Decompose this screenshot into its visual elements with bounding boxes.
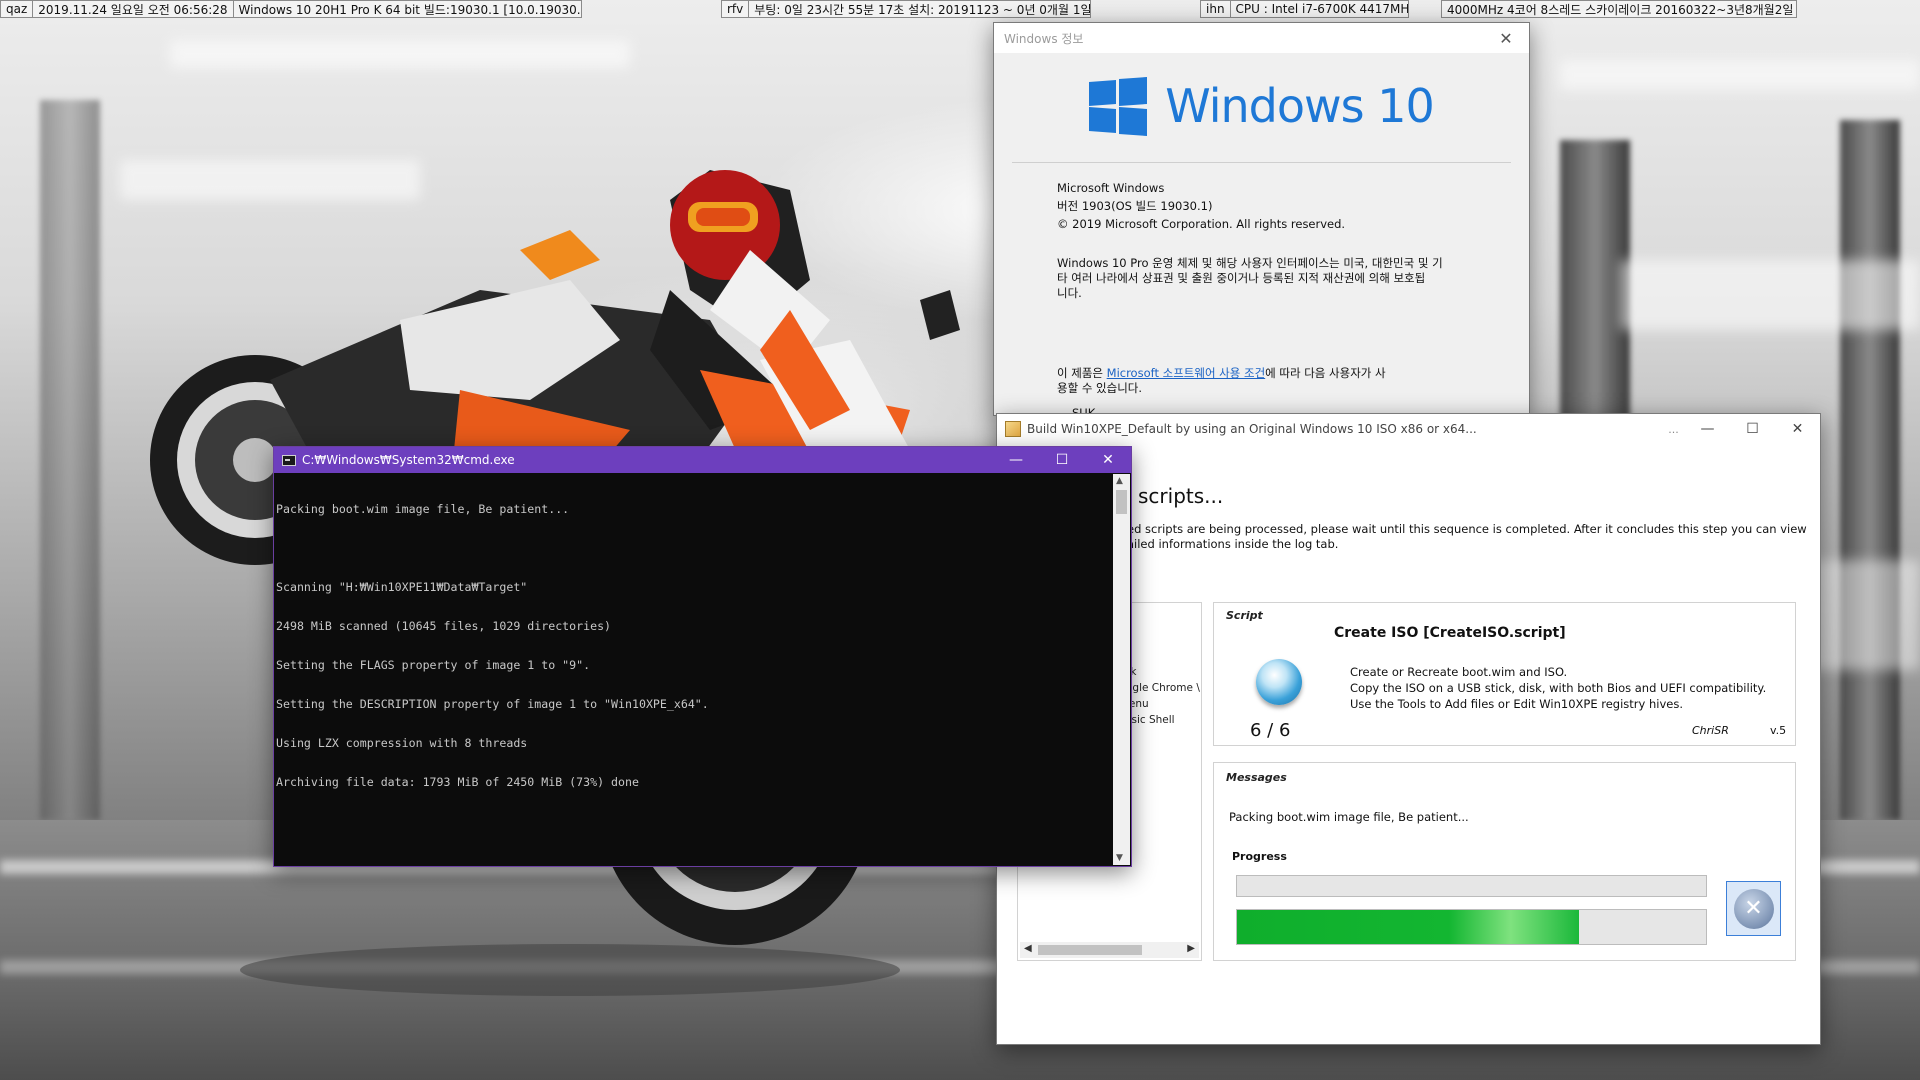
winver-version: 버전 1903(OS 빌드 19030.1) xyxy=(1057,199,1213,213)
info-bar-uptime-text: 부팅: 0일 23시간 55분 17초 설치: 20191123 ~ 0년 0개… xyxy=(748,1,1090,17)
info-bar-label: qaz xyxy=(6,2,28,16)
winver-window: Windows 정보 ✕ Windows 10 Microsoft Window… xyxy=(993,22,1530,420)
scroll-thumb[interactable] xyxy=(1116,490,1127,514)
script-description: Copy the ISO on a USB stick, disk, with … xyxy=(1350,681,1767,695)
cmd-window: C:₩Windows₩System32₩cmd.exe — ☐ ✕ Packin… xyxy=(273,446,1132,867)
script-author: ChriSR xyxy=(1692,724,1729,737)
cmd-line: Setting the DESCRIPTION property of imag… xyxy=(276,697,709,711)
progress-bar-fill xyxy=(1237,910,1580,944)
script-description: Create or Recreate boot.wim and ISO. xyxy=(1350,665,1568,679)
scroll-thumb[interactable] xyxy=(1038,945,1142,955)
scroll-down-icon[interactable]: ▼ xyxy=(1116,853,1123,863)
cancel-button[interactable]: ✕ xyxy=(1726,881,1781,936)
tree-item[interactable]: ogle Chrome \ xyxy=(1126,682,1200,694)
info-bar-system: qaz 2019.11.24 일요일 오전 06:56:28 Windows 1… xyxy=(0,0,582,18)
info-bar-os-version: Windows 10 20H1 Pro K 64 bit 빌드:19030.1 … xyxy=(232,1,581,17)
info-bar-cpu: ihn CPU : Intel i7-6700K 4417MHz xyxy=(1200,0,1409,18)
cmd-line: Archiving file data: 1793 MiB of 2450 Mi… xyxy=(276,775,639,789)
winver-trademark-line: 타 여러 나라에서 상표권 및 출원 중이거나 등록된 지적 재산권에 의해 보… xyxy=(1057,271,1426,285)
script-version: v.5 xyxy=(1770,724,1787,737)
build-description: ailed informations inside the log tab. xyxy=(1127,537,1339,551)
info-bar-label: rfv xyxy=(727,2,744,16)
license-suffix: 에 따라 다음 사용자가 사 xyxy=(1265,366,1386,380)
messages-caption: Messages xyxy=(1226,771,1287,784)
message-text: Packing boot.wim image file, Be patient.… xyxy=(1229,810,1469,824)
maximize-button[interactable]: ☐ xyxy=(1730,414,1775,444)
script-info-panel: Script Create ISO [CreateISO.script] Cre… xyxy=(1213,602,1796,746)
scroll-right-icon[interactable]: ▶ xyxy=(1187,943,1195,954)
info-bar-cpu-detail: 4000MHz 4코어 8스레드 스카이레이크 20160322~3년8개월2일 xyxy=(1441,0,1797,18)
minimize-button[interactable]: — xyxy=(1685,414,1730,444)
info-bar-uptime: rfv 부팅: 0일 23시간 55분 17초 설치: 20191123 ~ 0… xyxy=(721,0,1091,18)
wallpaper-pillar xyxy=(40,100,100,820)
winver-titlebar[interactable]: Windows 정보 ✕ xyxy=(994,23,1529,53)
windows-flag-icon xyxy=(1089,76,1148,136)
cmd-line: 2498 MiB scanned (10645 files, 1029 dire… xyxy=(276,619,612,633)
build-heading: scripts... xyxy=(1138,484,1224,508)
info-bar-label: ihn xyxy=(1206,2,1225,16)
minimize-button[interactable]: — xyxy=(993,447,1039,473)
script-caption: Script xyxy=(1226,609,1263,622)
cmd-vertical-scrollbar[interactable]: ▲ ▼ xyxy=(1113,474,1130,865)
winver-product: Microsoft Windows xyxy=(1057,181,1165,195)
script-description: Use the Tools to Add files or Edit Win10… xyxy=(1350,697,1683,711)
license-terms-link[interactable]: Microsoft 소프트웨어 사용 조건 xyxy=(1107,366,1266,380)
tree-horizontal-scrollbar[interactable]: ◀ ▶ xyxy=(1020,942,1199,958)
script-title: Create ISO [CreateISO.script] xyxy=(1334,625,1566,641)
progress-bar-overall xyxy=(1236,909,1707,945)
winver-copyright: © 2019 Microsoft Corporation. All rights… xyxy=(1057,217,1346,231)
wallpaper-light-streak xyxy=(1560,60,1920,90)
cmd-line: Setting the FLAGS property of image 1 to… xyxy=(276,658,591,672)
scroll-left-icon[interactable]: ◀ xyxy=(1024,943,1032,954)
info-bar-cpu-detail-text: 4000MHz 4코어 8스레드 스카이레이크 20160322~3년8개월2일 xyxy=(1447,2,1794,17)
license-prefix: 이 제품은 xyxy=(1057,366,1107,380)
winver-license-line: 이 제품은 Microsoft 소프트웨어 사용 조건에 따라 다음 사용자가 … xyxy=(1057,366,1386,381)
close-button[interactable]: ✕ xyxy=(1775,414,1820,444)
maximize-button[interactable]: ☐ xyxy=(1039,447,1085,473)
cmd-line: ​ xyxy=(276,542,1112,555)
wallpaper-light-streak xyxy=(170,40,630,68)
winver-trademark-line: 니다. xyxy=(1057,286,1082,300)
script-counter: 6 / 6 xyxy=(1250,720,1291,741)
messages-panel: Messages Packing boot.wim image file, Be… xyxy=(1213,762,1796,961)
wallpaper-pillar xyxy=(1840,120,1900,820)
info-bar-cpu-text: CPU : Intel i7-6700K 4417MHz xyxy=(1229,1,1408,17)
cmd-line: Using LZX compression with 8 threads xyxy=(276,736,528,750)
script-file-icon xyxy=(1005,421,1021,437)
progress-bar-script xyxy=(1236,875,1707,897)
close-button[interactable]: ✕ xyxy=(1483,23,1529,53)
wallpaper-light-streak xyxy=(1620,260,1920,330)
windows-logo-text: Windows 10 xyxy=(1165,78,1434,133)
cmd-line: Scanning "H:₩Win10XPE11₩Data₩Target" xyxy=(276,580,528,594)
cmd-output[interactable]: Packing boot.wim image file, Be patient.… xyxy=(275,474,1113,865)
cd-disc-icon xyxy=(1256,659,1302,705)
cmd-titlebar[interactable]: C:₩Windows₩System32₩cmd.exe — ☐ ✕ xyxy=(274,447,1131,473)
tree-item[interactable]: ssic Shell xyxy=(1126,714,1175,726)
winver-divider xyxy=(1012,162,1511,163)
build-title: Build Win10XPE_Default by using an Origi… xyxy=(1027,422,1477,436)
windows-logo: Windows 10 xyxy=(994,63,1529,148)
winver-trademark-line: Windows 10 Pro 운영 체제 및 해당 사용자 인터페이스는 미국,… xyxy=(1057,256,1443,270)
winver-license-line: 용할 수 있습니다. xyxy=(1057,381,1143,395)
cmd-line: Packing boot.wim image file, Be patient.… xyxy=(276,502,570,516)
cmd-prompt-icon xyxy=(282,454,296,466)
winver-title: Windows 정보 xyxy=(1004,31,1084,46)
build-description: ed scripts are being processed, please w… xyxy=(1127,522,1807,536)
close-button[interactable]: ✕ xyxy=(1085,447,1131,473)
info-bar-datetime: 2019.11.24 일요일 오전 06:56:28 xyxy=(32,1,232,17)
build-titlebar[interactable]: Build Win10XPE_Default by using an Origi… xyxy=(997,414,1820,444)
cmd-title: C:₩Windows₩System32₩cmd.exe xyxy=(302,453,515,467)
close-icon: ✕ xyxy=(1733,888,1774,929)
progress-label: Progress xyxy=(1232,850,1287,863)
scroll-up-icon[interactable]: ▲ xyxy=(1116,476,1123,486)
